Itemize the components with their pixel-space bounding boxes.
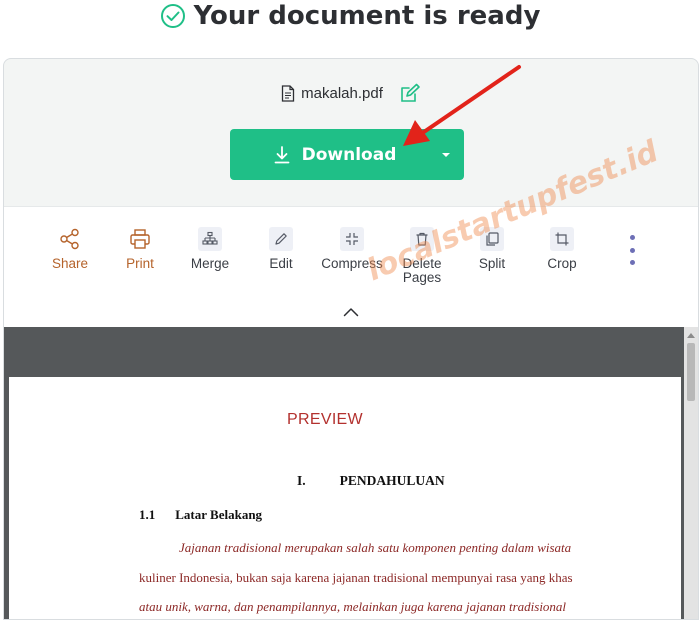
download-icon [274, 145, 290, 163]
more-options-icon[interactable] [626, 235, 638, 265]
preview-label: PREVIEW [287, 411, 363, 428]
tool-print[interactable]: Print [105, 227, 175, 271]
result-panel: makalah.pdf Download Share Print Merge E… [3, 58, 699, 620]
tools-toolbar: Share Print Merge Edit Compress Delete P… [4, 206, 698, 298]
scroll-up-arrow[interactable] [687, 333, 695, 338]
paragraph-line: Jajanan tradisional merupakan salah satu… [179, 540, 572, 555]
page-title: Your document is ready [193, 1, 541, 31]
split-icon [480, 227, 504, 251]
compress-icon [340, 227, 364, 251]
subsection-heading: 1.1 Latar Belakang [139, 507, 262, 523]
edit-icon [269, 227, 293, 251]
file-row: makalah.pdf [4, 81, 698, 105]
pdf-page: PREVIEW I. PENDAHULUAN 1.1 Latar Belakang … [9, 377, 681, 619]
tool-merge-label: Merge [190, 256, 230, 271]
scroll-thumb[interactable] [687, 343, 695, 401]
tool-crop-label: Crop [547, 256, 577, 271]
tool-edit-label: Edit [269, 256, 293, 271]
tool-print-label: Print [126, 256, 154, 271]
chevron-up-icon [343, 308, 359, 317]
tool-share-label: Share [51, 256, 89, 271]
section-title: PENDAHULUAN [339, 473, 445, 488]
collapse-toggle[interactable] [4, 297, 698, 327]
caret-down-icon [442, 152, 450, 157]
tool-delete-pages[interactable]: Delete Pages [387, 227, 457, 285]
download-label: Download [301, 144, 397, 165]
check-circle-icon [160, 4, 185, 28]
subsection-number: 1.1 [139, 507, 156, 522]
download-button-group: Download [230, 129, 464, 180]
page-header: Your document is ready [0, 0, 700, 32]
download-options-toggle[interactable] [428, 129, 464, 180]
merge-icon [198, 227, 222, 251]
tool-split-label: Split [478, 256, 506, 271]
tool-edit[interactable]: Edit [246, 227, 316, 271]
share-icon [58, 227, 82, 251]
tool-merge[interactable]: Merge [175, 227, 245, 271]
paragraph-line: atau unik, warna, dan penampilannya, mel… [139, 599, 567, 614]
pdf-preview-viewer: PREVIEW I. PENDAHULUAN 1.1 Latar Belakang … [4, 327, 698, 619]
tool-share[interactable]: Share [35, 227, 105, 271]
file-name: makalah.pdf [301, 84, 383, 102]
preview-scrollbar[interactable] [684, 327, 698, 619]
tool-delete-pages-label: Delete Pages [402, 256, 442, 285]
crop-icon [550, 227, 574, 251]
document-icon [281, 84, 295, 102]
tool-crop[interactable]: Crop [527, 227, 597, 271]
print-icon [128, 227, 152, 251]
tool-compress-label: Compress [321, 256, 383, 271]
trash-icon [410, 227, 434, 251]
paragraph-line: kuliner Indonesia, bukan saja karena jaj… [139, 570, 573, 585]
section-heading: I. PENDAHULUAN [297, 473, 445, 489]
rename-icon[interactable] [399, 83, 421, 103]
tool-compress[interactable]: Compress [317, 227, 387, 271]
tool-split[interactable]: Split [457, 227, 527, 271]
download-button[interactable]: Download [230, 129, 428, 180]
section-number: I. [297, 473, 306, 488]
subsection-title: Latar Belakang [175, 507, 263, 522]
